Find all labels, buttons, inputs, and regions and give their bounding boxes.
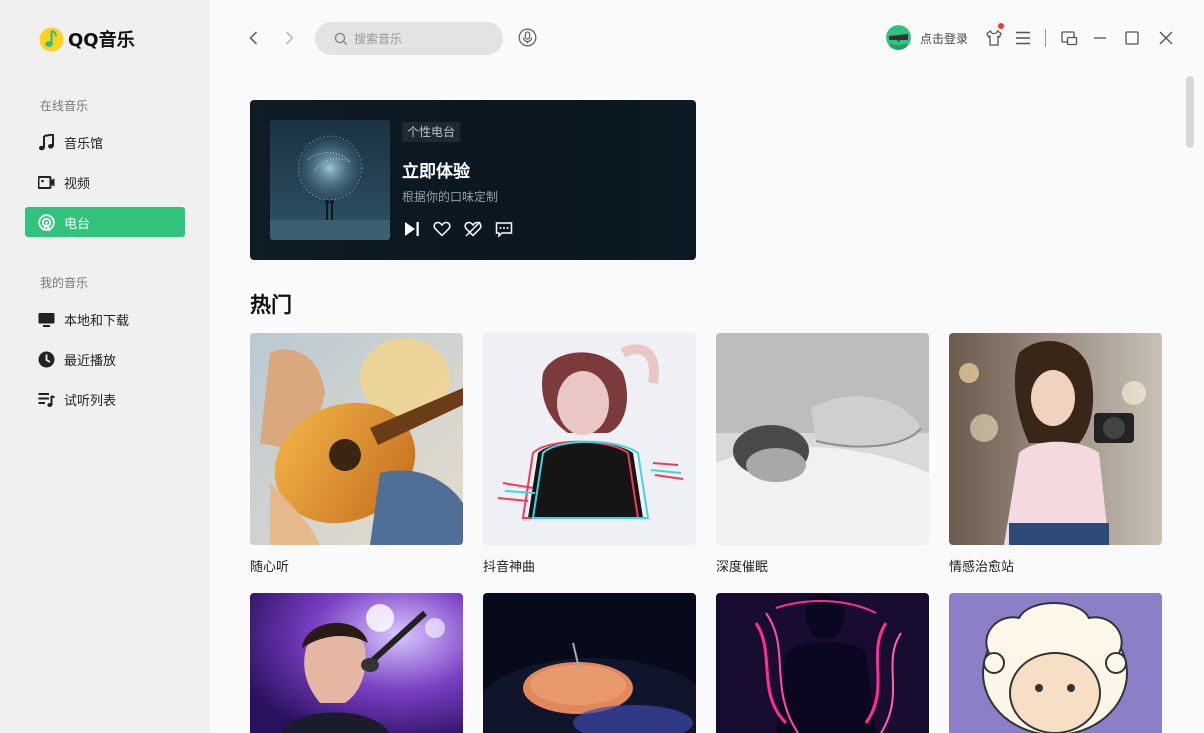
search-icon bbox=[334, 32, 348, 45]
video-icon bbox=[38, 175, 55, 189]
main-content: 点击登录 bbox=[210, 0, 1204, 733]
user-avatar[interactable] bbox=[886, 25, 911, 50]
clock-icon bbox=[38, 351, 55, 367]
online-music-title: 在线音乐 bbox=[40, 99, 89, 113]
tile-label: 抖音神曲 bbox=[483, 560, 536, 575]
tile-label: 情感治愈站 bbox=[949, 560, 1015, 575]
tile-label: 随心听 bbox=[250, 560, 290, 575]
radio-cover-art bbox=[270, 120, 390, 240]
search-input[interactable] bbox=[354, 31, 494, 46]
sidebar-item-video[interactable]: 视频 bbox=[25, 167, 185, 197]
sidebar-item-label: 视频 bbox=[64, 176, 91, 192]
tile-label: 深度催眠 bbox=[716, 560, 769, 575]
maximize-icon[interactable] bbox=[1122, 28, 1142, 48]
app-name: QQ音乐 bbox=[68, 30, 135, 51]
tile-cover-image bbox=[716, 333, 929, 545]
my-music-title: 我的音乐 bbox=[40, 276, 89, 290]
qq-music-logo-icon bbox=[39, 27, 64, 51]
sidebar-item-label: 试听列表 bbox=[64, 393, 117, 409]
radio-tile-douyin[interactable]: 抖音神曲 bbox=[483, 333, 696, 575]
sidebar: QQ音乐 在线音乐 音乐馆 视频 电台 我的音乐 本地和下载 最近播放 试听列表 bbox=[0, 0, 210, 733]
scrollbar[interactable] bbox=[1186, 76, 1194, 148]
minimize-icon[interactable] bbox=[1090, 28, 1110, 48]
radio-tag: 个性电台 bbox=[402, 122, 461, 142]
sidebar-item-label: 本地和下载 bbox=[64, 313, 130, 329]
sidebar-item-music-hall[interactable]: 音乐馆 bbox=[25, 127, 185, 157]
menu-icon[interactable] bbox=[1013, 28, 1033, 48]
hot-section-title: 热门 bbox=[250, 293, 292, 317]
radio-subtitle: 根据你的口味定制 bbox=[402, 190, 499, 204]
tile-cover-image bbox=[483, 593, 696, 733]
sidebar-item-local-download[interactable]: 本地和下载 bbox=[25, 304, 185, 334]
tile-cover-image bbox=[250, 593, 463, 733]
playlist-icon bbox=[38, 392, 55, 407]
login-link[interactable]: 点击登录 bbox=[920, 30, 968, 47]
radio-tile-singer[interactable] bbox=[250, 593, 463, 733]
tile-cover-image bbox=[483, 333, 696, 545]
forward-arrow-icon[interactable] bbox=[280, 29, 298, 47]
notification-dot bbox=[998, 23, 1004, 29]
radio-tile-neon[interactable] bbox=[716, 593, 929, 733]
radio-icon bbox=[38, 213, 55, 231]
dislike-heart-icon[interactable] bbox=[463, 219, 483, 239]
back-arrow-icon[interactable] bbox=[245, 29, 263, 47]
tile-cover-image bbox=[949, 593, 1162, 733]
sidebar-item-label: 最近播放 bbox=[64, 353, 117, 369]
voice-search-icon[interactable] bbox=[518, 28, 537, 47]
tile-cover-image bbox=[250, 333, 463, 545]
radio-tile-vinyl[interactable] bbox=[483, 593, 696, 733]
top-bar: 点击登录 bbox=[210, 0, 1204, 76]
sidebar-item-radio[interactable]: 电台 bbox=[25, 207, 185, 237]
tile-cover-image bbox=[949, 333, 1162, 545]
monitor-icon bbox=[38, 312, 55, 327]
app-logo[interactable]: QQ音乐 bbox=[39, 26, 135, 52]
radio-tile-classical[interactable] bbox=[949, 593, 1162, 733]
mini-mode-icon[interactable] bbox=[1059, 28, 1079, 48]
toolbar-divider bbox=[1045, 29, 1046, 47]
play-next-icon[interactable] bbox=[402, 219, 422, 239]
close-icon[interactable] bbox=[1156, 28, 1176, 48]
avatar-icon bbox=[886, 25, 911, 50]
music-note-icon bbox=[39, 133, 54, 150]
skin-shirt-icon[interactable] bbox=[984, 28, 1004, 48]
sidebar-item-label: 电台 bbox=[64, 216, 91, 232]
radio-cover-image[interactable] bbox=[270, 120, 390, 240]
tile-cover-image bbox=[716, 593, 929, 733]
heart-icon[interactable] bbox=[432, 219, 452, 239]
radio-tile-deep-sleep[interactable]: 深度催眠 bbox=[716, 333, 929, 575]
radio-title[interactable]: 立即体验 bbox=[402, 157, 470, 182]
sidebar-item-playlist[interactable]: 试听列表 bbox=[25, 384, 185, 414]
personal-radio-card[interactable]: 个性电台 立即体验 根据你的口味定制 bbox=[250, 100, 696, 260]
sidebar-item-recent-play[interactable]: 最近播放 bbox=[25, 344, 185, 374]
sidebar-item-label: 音乐馆 bbox=[64, 136, 104, 152]
comment-icon[interactable] bbox=[494, 219, 514, 239]
radio-tile-suixinting[interactable]: 随心听 bbox=[250, 333, 463, 575]
search-box[interactable] bbox=[315, 22, 503, 55]
radio-tile-healing[interactable]: 情感治愈站 bbox=[949, 333, 1162, 575]
